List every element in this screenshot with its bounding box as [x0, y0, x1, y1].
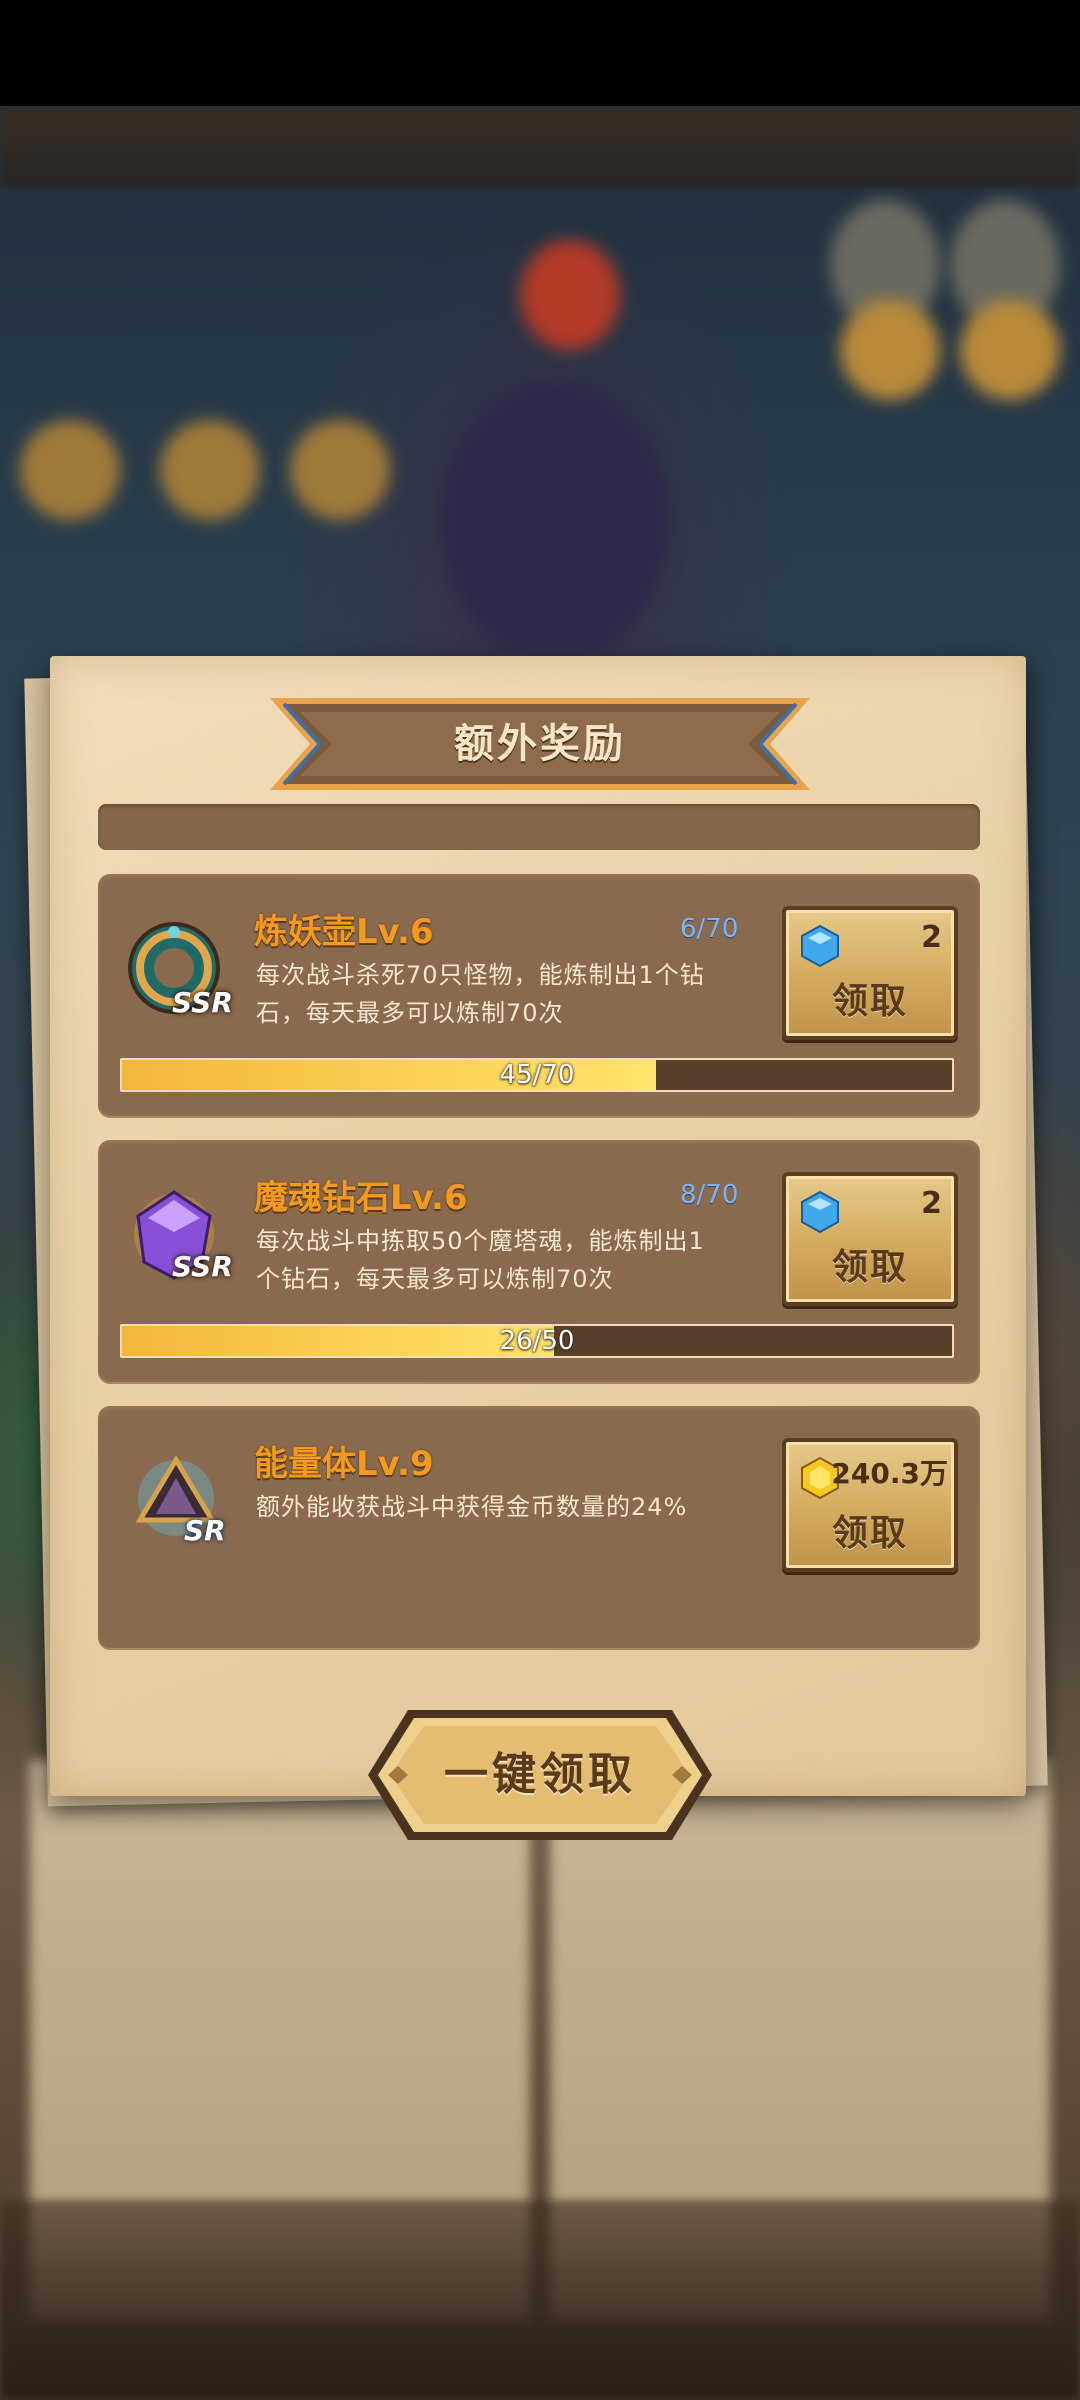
background-blur — [960, 300, 1060, 400]
reward-card-soul-diamond: SSR 魔魂钻石Lv.6 8/70 每次战斗中拣取50个魔塔魂，能炼制出1 个钻… — [98, 1140, 980, 1382]
background-top-bar — [0, 108, 1080, 188]
claim-button-label: 领取 — [831, 981, 908, 1022]
claim-button[interactable]: 2 领取 — [782, 906, 958, 1040]
claim-all-label: 一键领取 — [444, 1749, 636, 1800]
claim-button-label: 领取 — [831, 1513, 908, 1554]
claim-amount: 2 — [921, 920, 942, 955]
progress-bar: 45/70 — [120, 1058, 954, 1092]
reward-description-line: 每次战斗杀死70只怪物，能炼制出1个钻 — [256, 961, 705, 989]
reward-count: 8/70 — [680, 1180, 739, 1210]
reward-description: 每次战斗杀死70只怪物，能炼制出1个钻 石，每天最多可以炼制70次 — [256, 956, 705, 1032]
reward-card-energy-body: SR 能量体Lv.9 额外能收获战斗中获得金币数量的24% 240.3万 领取 — [98, 1406, 980, 1648]
claim-all-button[interactable]: 一键领取 — [368, 1710, 712, 1840]
reward-description-line: 个钻石，每天最多可以炼制70次 — [256, 1265, 614, 1293]
claim-reward: 240.3万 — [792, 1448, 948, 1500]
reward-title: 魔魂钻石Lv.6 — [254, 1178, 468, 1218]
dialog-title: 额外奖励 — [454, 721, 626, 767]
reward-title: 能量体Lv.9 — [254, 1444, 434, 1484]
claim-button[interactable]: 2 领取 — [782, 1172, 958, 1306]
diamond-icon — [801, 1190, 839, 1234]
reward-description-line: 额外能收获战斗中获得金币数量的24% — [256, 1493, 688, 1521]
reward-title: 炼妖壶Lv.6 — [254, 912, 434, 952]
rarity-badge: SSR — [172, 986, 233, 1019]
header-strip — [98, 804, 980, 850]
progress-text: 26/50 — [499, 1326, 575, 1356]
reward-description: 额外能收获战斗中获得金币数量的24% — [256, 1488, 687, 1526]
background-blur — [840, 300, 940, 400]
status-bar — [0, 0, 1080, 106]
background-blur — [160, 420, 260, 520]
claim-button[interactable]: 240.3万 领取 — [782, 1438, 958, 1572]
title-banner: 额外奖励 — [270, 698, 810, 790]
claim-reward: 2 — [792, 1182, 948, 1234]
claim-reward: 2 — [792, 916, 948, 968]
reward-description-line: 每次战斗中拣取50个魔塔魂，能炼制出1 — [256, 1227, 705, 1255]
progress-text: 45/70 — [499, 1060, 575, 1090]
background-blur — [520, 240, 620, 350]
background-blur — [20, 420, 120, 520]
claim-button-label: 领取 — [831, 1247, 908, 1288]
background-blur — [290, 420, 390, 520]
progress-bar: 26/50 — [120, 1324, 954, 1358]
claim-amount: 2 — [921, 1186, 942, 1221]
claim-amount: 240.3万 — [831, 1457, 948, 1490]
rarity-badge: SR — [184, 1514, 226, 1547]
rarity-badge: SSR — [172, 1250, 233, 1283]
reward-card-refining-pot: SSR 炼妖壶Lv.6 6/70 每次战斗杀死70只怪物，能炼制出1个钻 石，每… — [98, 874, 980, 1116]
diamond-icon — [801, 924, 839, 968]
background-blur — [440, 380, 670, 660]
background-bottom-bar — [0, 2200, 1080, 2400]
reward-description-line: 石，每天最多可以炼制70次 — [256, 999, 564, 1027]
reward-description: 每次战斗中拣取50个魔塔魂，能炼制出1 个钻石，每天最多可以炼制70次 — [256, 1222, 705, 1298]
reward-count: 6/70 — [680, 914, 739, 944]
